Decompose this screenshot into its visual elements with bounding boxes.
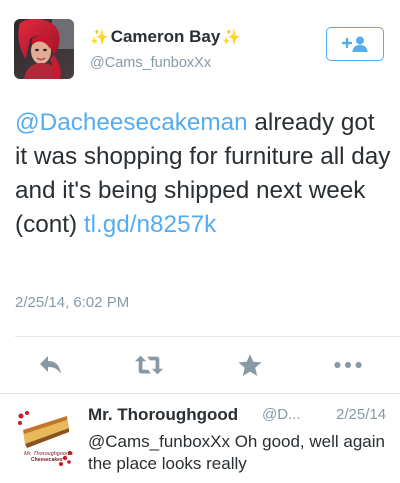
reply-button[interactable] <box>36 351 66 379</box>
reply-avatar-text: Cheesecakes <box>31 457 63 463</box>
main-tweet: ✨ Cameron Bay ✨ @Cams_funboxXx @Dacheese… <box>0 0 400 393</box>
tweet-action-bar <box>0 343 400 387</box>
reply-avatar[interactable]: Mr. Thoroughgood's Cheesecakes <box>15 408 75 468</box>
cheesecake-logo: Mr. Thoroughgood's Cheesecakes <box>15 408 75 468</box>
reply-author-name[interactable]: Mr. Thoroughgood <box>88 405 238 425</box>
favorite-star-icon <box>238 353 262 376</box>
retweet-button[interactable] <box>134 351 164 379</box>
author-name-line[interactable]: ✨ Cameron Bay ✨ <box>90 27 241 47</box>
retweet-icon <box>134 355 164 375</box>
reply-icon <box>40 356 61 374</box>
tweet-text: @Dacheesecakeman already got it was shop… <box>15 106 393 242</box>
sparkles-icon: ✨ <box>90 28 109 46</box>
tweet-url-link[interactable]: tl.gd/n8257k <box>84 211 216 238</box>
reply-author-handle[interactable]: @D... <box>262 406 301 424</box>
add-user-icon <box>341 36 368 52</box>
reply-date: 2/25/14 <box>336 406 387 423</box>
avatar[interactable] <box>14 19 74 79</box>
more-icon <box>334 361 362 369</box>
reply-tweet[interactable]: Mr. Thoroughgood's Cheesecakes Mr. Thoro… <box>0 394 400 483</box>
sparkles-icon: ✨ <box>222 28 241 46</box>
divider <box>15 336 400 337</box>
favorite-button[interactable] <box>235 351 265 379</box>
mention-link[interactable]: @Dacheesecakeman <box>15 109 248 136</box>
tweet-timestamp: 2/25/14, 6:02 PM <box>15 294 130 311</box>
author-display-name[interactable]: Cameron Bay <box>111 27 221 47</box>
follow-button[interactable] <box>326 27 384 61</box>
author-handle[interactable]: @Cams_funboxXx <box>90 54 211 72</box>
more-button[interactable] <box>333 351 363 379</box>
reply-text: @Cams_funboxXx Oh good, well again the p… <box>88 432 385 473</box>
avatar-photo <box>14 19 74 79</box>
